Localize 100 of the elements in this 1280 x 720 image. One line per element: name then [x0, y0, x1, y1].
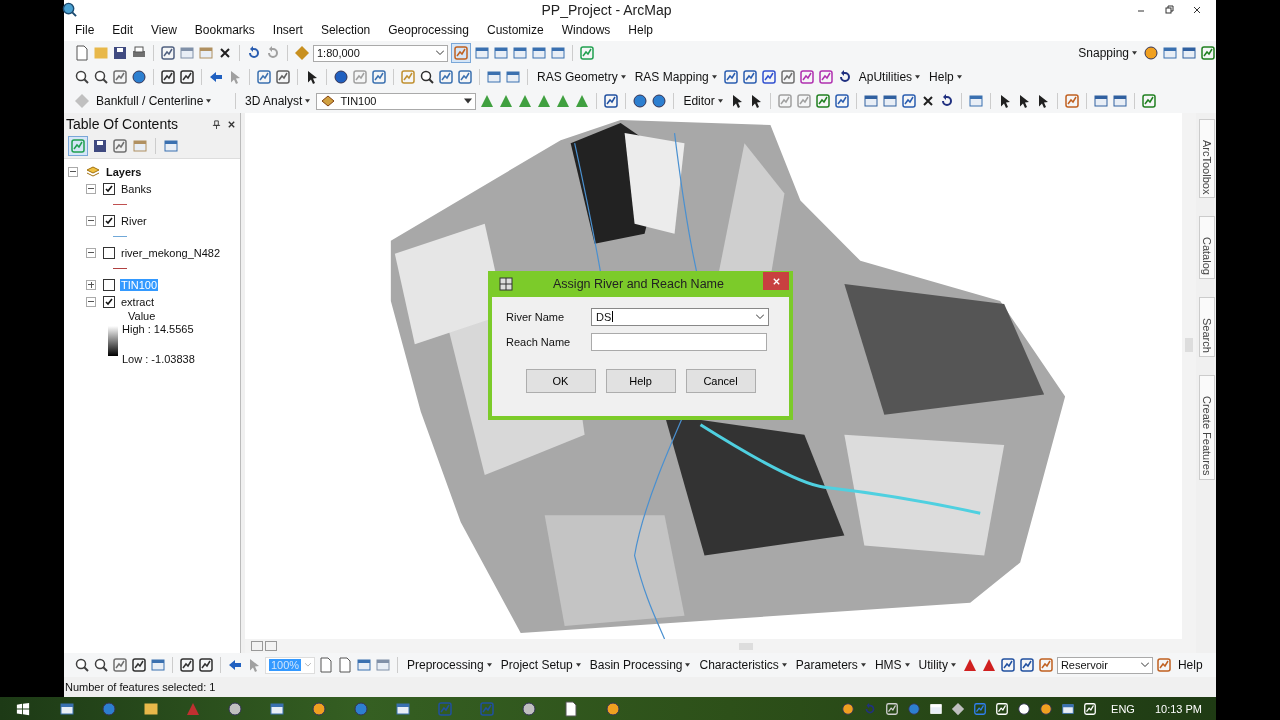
- menu-item[interactable]: View: [149, 22, 179, 38]
- line-chart-icon[interactable]: [603, 93, 620, 109]
- toolbar-menu[interactable]: Basin Processing: [586, 658, 694, 672]
- start-icon[interactable]: [16, 701, 30, 716]
- window-icon[interactable]: [269, 700, 285, 717]
- window-icon[interactable]: [550, 45, 566, 61]
- window-icon[interactable]: [1061, 701, 1076, 716]
- layer-checkbox[interactable]: [103, 295, 115, 308]
- toolbar-menu[interactable]: HMS: [871, 658, 913, 672]
- line-chart-icon[interactable]: [1018, 657, 1035, 673]
- dropdown-arrow-icon[interactable]: [464, 98, 473, 104]
- close-icon[interactable]: [1192, 4, 1202, 15]
- window-icon[interactable]: [150, 657, 166, 673]
- expand-icon[interactable]: [86, 279, 96, 290]
- collapse-icon[interactable]: [86, 183, 96, 194]
- zoom-out-icon[interactable]: [93, 69, 109, 85]
- river-name-combo[interactable]: DS: [591, 307, 769, 326]
- menu-item[interactable]: Customize: [484, 22, 546, 38]
- page-icon[interactable]: [318, 657, 334, 673]
- toolbar-menu[interactable]: ApUtilities: [855, 70, 924, 84]
- circle-icon[interactable]: [1039, 701, 1054, 716]
- restore-icon[interactable]: [1164, 4, 1174, 15]
- window-icon[interactable]: [395, 700, 411, 717]
- arrow-left-icon[interactable]: [208, 69, 224, 85]
- toolbar-menu[interactable]: Characteristics: [696, 658, 790, 672]
- sphere-icon[interactable]: [521, 700, 537, 717]
- language-indicator[interactable]: ENG: [1101, 702, 1145, 715]
- layer-checkbox[interactable]: [103, 246, 115, 259]
- zoom-out-icon[interactable]: [93, 657, 109, 673]
- dialog-button[interactable]: Help: [605, 369, 676, 393]
- circle-icon[interactable]: [841, 701, 856, 716]
- layer-checkbox[interactable]: [103, 278, 115, 291]
- toolbar-menu[interactable]: Parameters: [792, 658, 869, 672]
- menu-item[interactable]: Help: [626, 22, 656, 38]
- folder-icon[interactable]: [143, 700, 159, 717]
- toolbar-menu[interactable]: Preprocessing: [404, 658, 495, 672]
- zoom-in-icon[interactable]: [74, 657, 90, 673]
- window-icon[interactable]: [505, 69, 521, 85]
- window-icon[interactable]: [486, 69, 502, 85]
- toolbar-menu[interactable]: RAS Mapping: [631, 70, 720, 84]
- toolbar-menu[interactable]: Help: [926, 70, 965, 84]
- layout-view-icon[interactable]: [251, 641, 263, 651]
- side-tab[interactable]: ArcToolbox: [1199, 119, 1215, 199]
- menu-item[interactable]: Geoprocessing: [386, 22, 471, 38]
- layer-name[interactable]: Banks: [120, 182, 153, 195]
- dialog-button[interactable]: OK: [525, 369, 596, 393]
- sphere-icon[interactable]: [227, 700, 243, 717]
- data-view-icon[interactable]: [265, 641, 277, 651]
- layer-checkbox[interactable]: [103, 182, 115, 195]
- menu-item[interactable]: Selection: [318, 22, 373, 38]
- toolbar-menu[interactable]: RAS Geometry: [534, 70, 629, 84]
- side-tab[interactable]: Catalog: [1199, 216, 1215, 280]
- collapse-icon[interactable]: [86, 247, 96, 258]
- clock[interactable]: 10:13 PM: [1144, 702, 1216, 715]
- toolbar-menu[interactable]: Utility: [915, 658, 959, 672]
- menu-item[interactable]: Edit: [110, 22, 136, 38]
- collapse-icon[interactable]: [68, 166, 78, 177]
- collapse-icon[interactable]: [86, 296, 96, 307]
- circle-icon[interactable]: [605, 700, 621, 717]
- undo-arrow-icon[interactable]: [246, 45, 262, 61]
- window-icon[interactable]: [512, 45, 528, 61]
- diamond-icon[interactable]: [951, 701, 966, 716]
- toolbar-menu[interactable]: Bankfull / Centerline: [93, 94, 229, 108]
- window-icon[interactable]: [59, 700, 75, 717]
- menu-item[interactable]: Windows: [559, 22, 613, 38]
- window-icon[interactable]: [474, 45, 490, 61]
- snapping-menu[interactable]: Snapping: [1075, 46, 1140, 60]
- window-icon[interactable]: [493, 45, 509, 61]
- menu-item[interactable]: File: [73, 22, 97, 38]
- circle-icon[interactable]: [311, 700, 327, 717]
- side-tab[interactable]: Create Features: [1199, 375, 1215, 480]
- circle-icon[interactable]: [1143, 45, 1159, 61]
- layer-dropdown[interactable]: TIN100: [316, 92, 477, 110]
- data-frame-name[interactable]: Layers: [106, 165, 142, 178]
- close-icon[interactable]: [227, 119, 236, 129]
- window-icon[interactable]: [531, 45, 547, 61]
- reach-name-field[interactable]: [591, 332, 767, 351]
- toolbar-menu[interactable]: 3D Analyst: [242, 94, 314, 108]
- layer-name[interactable]: extract: [120, 295, 155, 308]
- page-icon[interactable]: [337, 657, 353, 673]
- layer-name[interactable]: river_mekong_N482: [120, 246, 222, 259]
- pin-icon[interactable]: [212, 119, 221, 129]
- window-icon[interactable]: [356, 657, 372, 673]
- layer-checkbox[interactable]: [103, 214, 115, 227]
- zoom-in-icon[interactable]: [74, 69, 90, 85]
- vertical-scrollbar[interactable]: [1182, 113, 1196, 639]
- dialog-button[interactable]: Cancel: [685, 369, 756, 393]
- scale-dropdown[interactable]: 1:80,000: [313, 44, 448, 62]
- close-button[interactable]: [763, 272, 789, 290]
- toolbar-menu[interactable]: Project Setup: [497, 658, 584, 672]
- menu-item[interactable]: Insert: [270, 22, 305, 38]
- page-icon[interactable]: [74, 45, 90, 61]
- side-tab[interactable]: Search: [1199, 297, 1215, 358]
- collapse-icon[interactable]: [86, 215, 96, 226]
- menu-item[interactable]: Bookmarks: [192, 22, 257, 38]
- help-button[interactable]: Help: [1174, 658, 1206, 672]
- editor-menu[interactable]: Editor: [680, 94, 726, 108]
- layer-name[interactable]: River: [120, 214, 148, 227]
- feature-type-dropdown[interactable]: Reservoir: [1056, 656, 1153, 674]
- arrow-left-icon[interactable]: [227, 657, 243, 673]
